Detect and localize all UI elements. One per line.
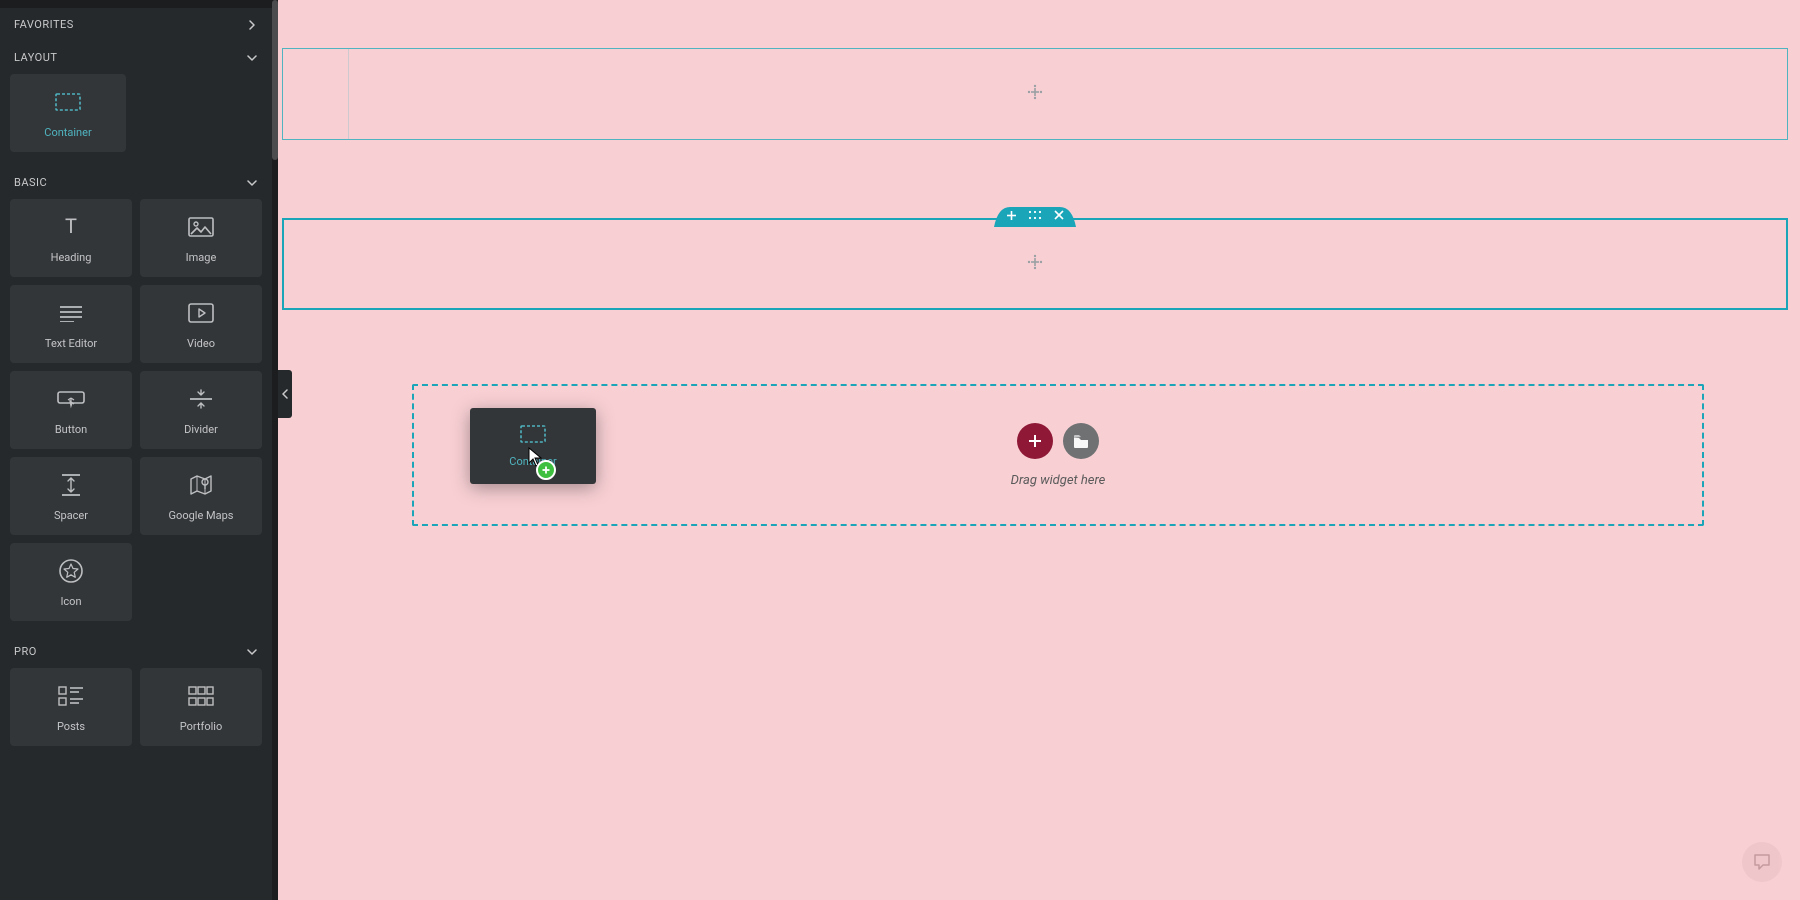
widget-text-editor[interactable]: Text Editor (10, 285, 132, 363)
dropzone-hint: Drag widget here (1011, 473, 1106, 488)
container-icon (520, 425, 546, 447)
widget-button[interactable]: Button (10, 371, 132, 449)
widget-divider[interactable]: Divider (140, 371, 262, 449)
section-add-button[interactable] (1004, 208, 1018, 222)
widget-label: Heading (51, 251, 92, 264)
video-icon (188, 299, 214, 327)
widget-icon[interactable]: Icon (10, 543, 132, 621)
heading-icon: T (58, 213, 84, 241)
widget-spacer[interactable]: Spacer (10, 457, 132, 535)
chevron-down-icon (246, 52, 258, 64)
chevron-down-icon (246, 177, 258, 189)
plus-icon[interactable] (1026, 83, 1044, 105)
editor-canvas[interactable]: Drag widget here Container (278, 0, 1800, 900)
widget-label: Portfolio (180, 720, 222, 733)
image-icon (188, 213, 214, 241)
text-editor-icon (58, 299, 84, 327)
section-label: LAYOUT (14, 51, 57, 64)
svg-text:T: T (65, 216, 77, 238)
button-icon (57, 385, 85, 413)
widget-label: Video (187, 337, 215, 350)
widget-video[interactable]: Video (140, 285, 262, 363)
widget-label: Icon (60, 595, 81, 608)
container-empty-1[interactable] (282, 48, 1788, 140)
help-bubble[interactable] (1742, 842, 1782, 882)
widget-heading[interactable]: T Heading (10, 199, 132, 277)
widget-container[interactable]: Container (10, 74, 126, 152)
chevron-down-icon (246, 646, 258, 658)
widget-label: Button (55, 423, 87, 436)
section-header-basic[interactable]: BASIC (0, 166, 272, 199)
add-section-dropzone[interactable]: Drag widget here (412, 384, 1704, 526)
portfolio-icon (188, 682, 214, 710)
section-drag-handle[interactable] (1028, 208, 1042, 222)
widget-portfolio[interactable]: Portfolio (140, 668, 262, 746)
section-label: BASIC (14, 176, 47, 189)
section-label: FAVORITES (14, 18, 74, 31)
spacer-icon (60, 471, 82, 499)
container-col-guide (348, 48, 349, 140)
section-header-layout[interactable]: LAYOUT (0, 41, 272, 74)
divider-icon (188, 385, 214, 413)
widget-label: Text Editor (45, 337, 97, 350)
widgets-panel: FAVORITES LAYOUT Container BASIC (0, 0, 278, 900)
chevron-right-icon (246, 19, 258, 31)
panel-top-strip (0, 0, 272, 8)
widget-label: Divider (184, 423, 218, 436)
container-icon (55, 88, 81, 116)
drag-ghost-container: Container (470, 408, 596, 484)
section-header-favorites[interactable]: FAVORITES (0, 8, 272, 41)
section-label: PRO (14, 645, 37, 658)
widget-label: Image (186, 251, 217, 264)
section-header-pro[interactable]: PRO (0, 635, 272, 668)
collapse-panel-handle[interactable] (278, 370, 292, 418)
template-library-button[interactable] (1063, 423, 1099, 459)
container-selected[interactable] (282, 218, 1788, 310)
drop-allowed-badge (536, 460, 556, 480)
section-delete-button[interactable] (1052, 208, 1066, 222)
add-section-button[interactable] (1017, 423, 1053, 459)
widget-google-maps[interactable]: Google Maps (140, 457, 262, 535)
star-icon (58, 557, 84, 585)
widget-label: Container (44, 126, 91, 139)
widget-image[interactable]: Image (140, 199, 262, 277)
widget-posts[interactable]: Posts (10, 668, 132, 746)
posts-icon (58, 682, 84, 710)
widget-label: Google Maps (169, 509, 234, 522)
google-maps-icon (189, 471, 213, 499)
widget-label: Posts (57, 720, 85, 733)
plus-icon[interactable] (1026, 253, 1044, 275)
widget-label: Spacer (54, 509, 88, 522)
